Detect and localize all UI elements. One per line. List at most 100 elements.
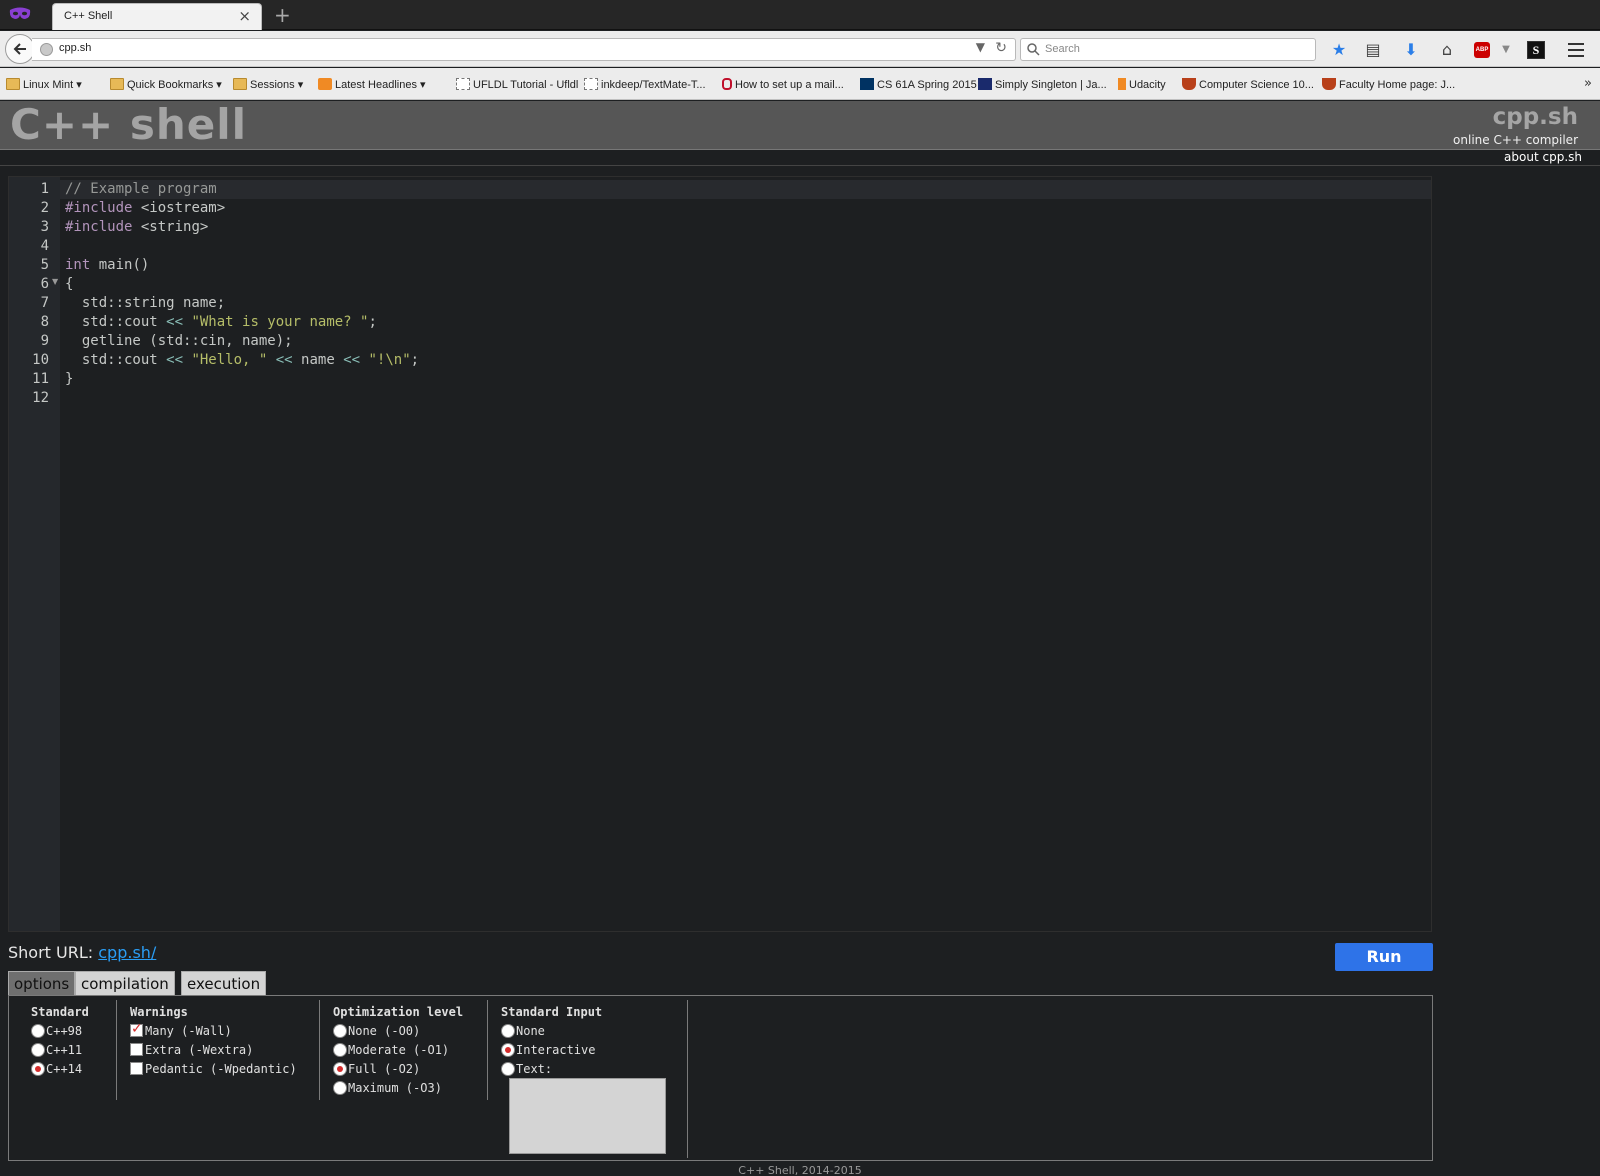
stdin-text-input[interactable]	[509, 1078, 666, 1154]
search-bar[interactable]: Search	[1020, 38, 1316, 61]
radio-button-selected[interactable]	[333, 1062, 347, 1076]
url-bar[interactable]: cpp.sh ▼ ↻	[32, 38, 1016, 61]
radio-button[interactable]	[31, 1043, 45, 1057]
browser-tab-bar: C++ Shell × +	[0, 0, 1600, 30]
tab-cpp-shell[interactable]: C++ Shell ×	[52, 3, 262, 30]
optimization-o2[interactable]: Full (-O2)	[333, 1060, 487, 1079]
bookmark-sessions[interactable]: Sessions ▾	[233, 78, 303, 91]
page-icon	[584, 78, 598, 90]
site-icon	[978, 78, 992, 90]
site-icon	[860, 78, 874, 90]
close-tab-icon[interactable]: ×	[238, 7, 251, 25]
warnings-wall[interactable]: Many (-Wall)	[130, 1020, 319, 1041]
stdin-none[interactable]: None	[501, 1022, 687, 1041]
site-icon	[1182, 78, 1196, 90]
radio-button[interactable]	[333, 1024, 347, 1038]
tab-compilation[interactable]: compilation	[75, 971, 175, 996]
warnings-wextra[interactable]: Extra (-Wextra)	[130, 1041, 319, 1060]
back-button[interactable]	[5, 34, 35, 64]
standard-cpp14[interactable]: C++14	[31, 1060, 116, 1079]
checkbox-checked[interactable]	[130, 1020, 143, 1039]
stdin-interactive[interactable]: Interactive	[501, 1041, 687, 1060]
folder-icon	[110, 78, 124, 90]
adblock-dropdown-icon[interactable]: ▼	[1495, 39, 1517, 61]
footer-copyright: C++ Shell, 2014-2015	[738, 1166, 862, 1176]
back-arrow-icon	[13, 43, 26, 55]
site-icon	[1322, 78, 1336, 90]
bookmark-star-icon[interactable]: ★	[1328, 39, 1350, 61]
bookmark-udacity[interactable]: Udacity	[1118, 78, 1166, 91]
warnings-group: Warnings Many (-Wall) Extra (-Wextra) Pe…	[130, 1000, 320, 1100]
optimization-o1[interactable]: Moderate (-O1)	[333, 1041, 487, 1060]
code-line: std::string name;	[65, 295, 226, 311]
bookmark-cs61a[interactable]: CS 61A Spring 2015	[860, 78, 977, 91]
bookmarks-toolbar: Linux Mint ▾ Quick Bookmarks ▾ Sessions …	[0, 68, 1600, 100]
standard-cpp11[interactable]: C++11	[31, 1041, 116, 1060]
bookmark-quick-bookmarks[interactable]: Quick Bookmarks ▾	[110, 78, 222, 91]
radio-button[interactable]	[333, 1043, 347, 1057]
line-number: 9	[40, 333, 49, 349]
extension-s-icon[interactable]: S	[1527, 41, 1545, 59]
optimization-heading: Optimization level	[333, 1005, 464, 1019]
url-text[interactable]: cpp.sh	[59, 42, 91, 54]
site-icon	[1118, 78, 1126, 90]
bookmark-computer-science[interactable]: Computer Science 10...	[1182, 78, 1314, 91]
bookmark-faculty-home[interactable]: Faculty Home page: J...	[1322, 78, 1455, 91]
hamburger-menu-icon[interactable]	[1568, 43, 1584, 61]
line-number: 12	[32, 390, 49, 406]
optimization-group: Optimization level None (-O0) Moderate (…	[333, 1000, 488, 1100]
short-url-link[interactable]: cpp.sh/	[98, 943, 156, 962]
new-tab-icon[interactable]: +	[274, 3, 291, 27]
code-line: {	[65, 276, 74, 292]
radio-button[interactable]	[31, 1024, 45, 1038]
downloads-icon[interactable]: ⬇	[1400, 39, 1422, 61]
url-dropdown-icon[interactable]: ▼	[976, 40, 985, 54]
bookmark-ufldl[interactable]: UFLDL Tutorial - Ufldl	[456, 78, 578, 91]
line-number: 7	[40, 295, 49, 311]
site-subbar: about cpp.sh	[0, 150, 1600, 166]
bookmark-latest-headlines[interactable]: Latest Headlines ▾	[318, 78, 426, 91]
site-name: cpp.sh	[1492, 104, 1578, 130]
line-number: 10	[32, 352, 49, 368]
reading-list-icon[interactable]: ▤	[1362, 39, 1384, 61]
radio-button[interactable]	[333, 1081, 347, 1095]
radio-button-selected[interactable]	[31, 1062, 45, 1076]
bookmark-linux-mint[interactable]: Linux Mint ▾	[6, 78, 82, 91]
checkbox[interactable]	[130, 1062, 143, 1075]
line-number: 2	[40, 200, 49, 216]
bookmark-simply-singleton[interactable]: Simply Singleton | Ja...	[978, 78, 1107, 91]
rss-icon	[318, 78, 332, 90]
bookmark-inkdeep[interactable]: inkdeep/TextMate-T...	[584, 78, 706, 91]
site-logo: C++ shell	[10, 100, 248, 149]
fold-arrow-icon[interactable]: ▼	[52, 277, 58, 286]
stdin-text[interactable]: Text:	[501, 1060, 687, 1079]
home-icon[interactable]: ⌂	[1436, 39, 1458, 61]
about-link[interactable]: about cpp.sh	[1504, 150, 1582, 164]
bookmarks-overflow-icon[interactable]: »	[1584, 76, 1592, 91]
radio-button[interactable]	[501, 1062, 515, 1076]
warnings-wpedantic[interactable]: Pedantic (-Wpedantic)	[130, 1060, 319, 1079]
adblock-icon[interactable]: ABP	[1474, 42, 1490, 58]
tab-execution[interactable]: execution	[181, 971, 267, 996]
site-tagline: online C++ compiler	[1453, 133, 1578, 147]
code-line: getline (std::cin, name);	[65, 333, 293, 349]
editor-gutter: 1 2 3 4 5 6 7 8 9 10 11 12 ▼	[9, 177, 60, 931]
radio-button[interactable]	[501, 1024, 515, 1038]
site-header: C++ shell cpp.sh online C++ compiler	[0, 101, 1600, 150]
options-panel: Standard C++98 C++11 C++14 Warnings Many…	[8, 995, 1433, 1161]
radio-button-selected[interactable]	[501, 1043, 515, 1057]
optimization-o3[interactable]: Maximum (-O3)	[333, 1079, 487, 1098]
line-number: 1	[40, 181, 49, 197]
standard-cpp98[interactable]: C++98	[31, 1022, 116, 1041]
checkbox[interactable]	[130, 1043, 143, 1056]
tab-options[interactable]: options	[8, 971, 76, 996]
globe-icon	[40, 43, 53, 56]
code-line: std::cout << "What is your name? ";	[65, 314, 377, 330]
code-editor[interactable]: 1 2 3 4 5 6 7 8 9 10 11 12 ▼ // Example …	[8, 176, 1432, 932]
search-placeholder: Search	[1045, 43, 1080, 55]
run-button[interactable]: Run	[1335, 943, 1433, 971]
bookmark-mail-setup[interactable]: How to set up a mail...	[722, 78, 844, 91]
reload-icon[interactable]: ↻	[995, 40, 1007, 56]
optimization-o0[interactable]: None (-O0)	[333, 1022, 487, 1041]
tab-title: C++ Shell	[64, 10, 113, 22]
